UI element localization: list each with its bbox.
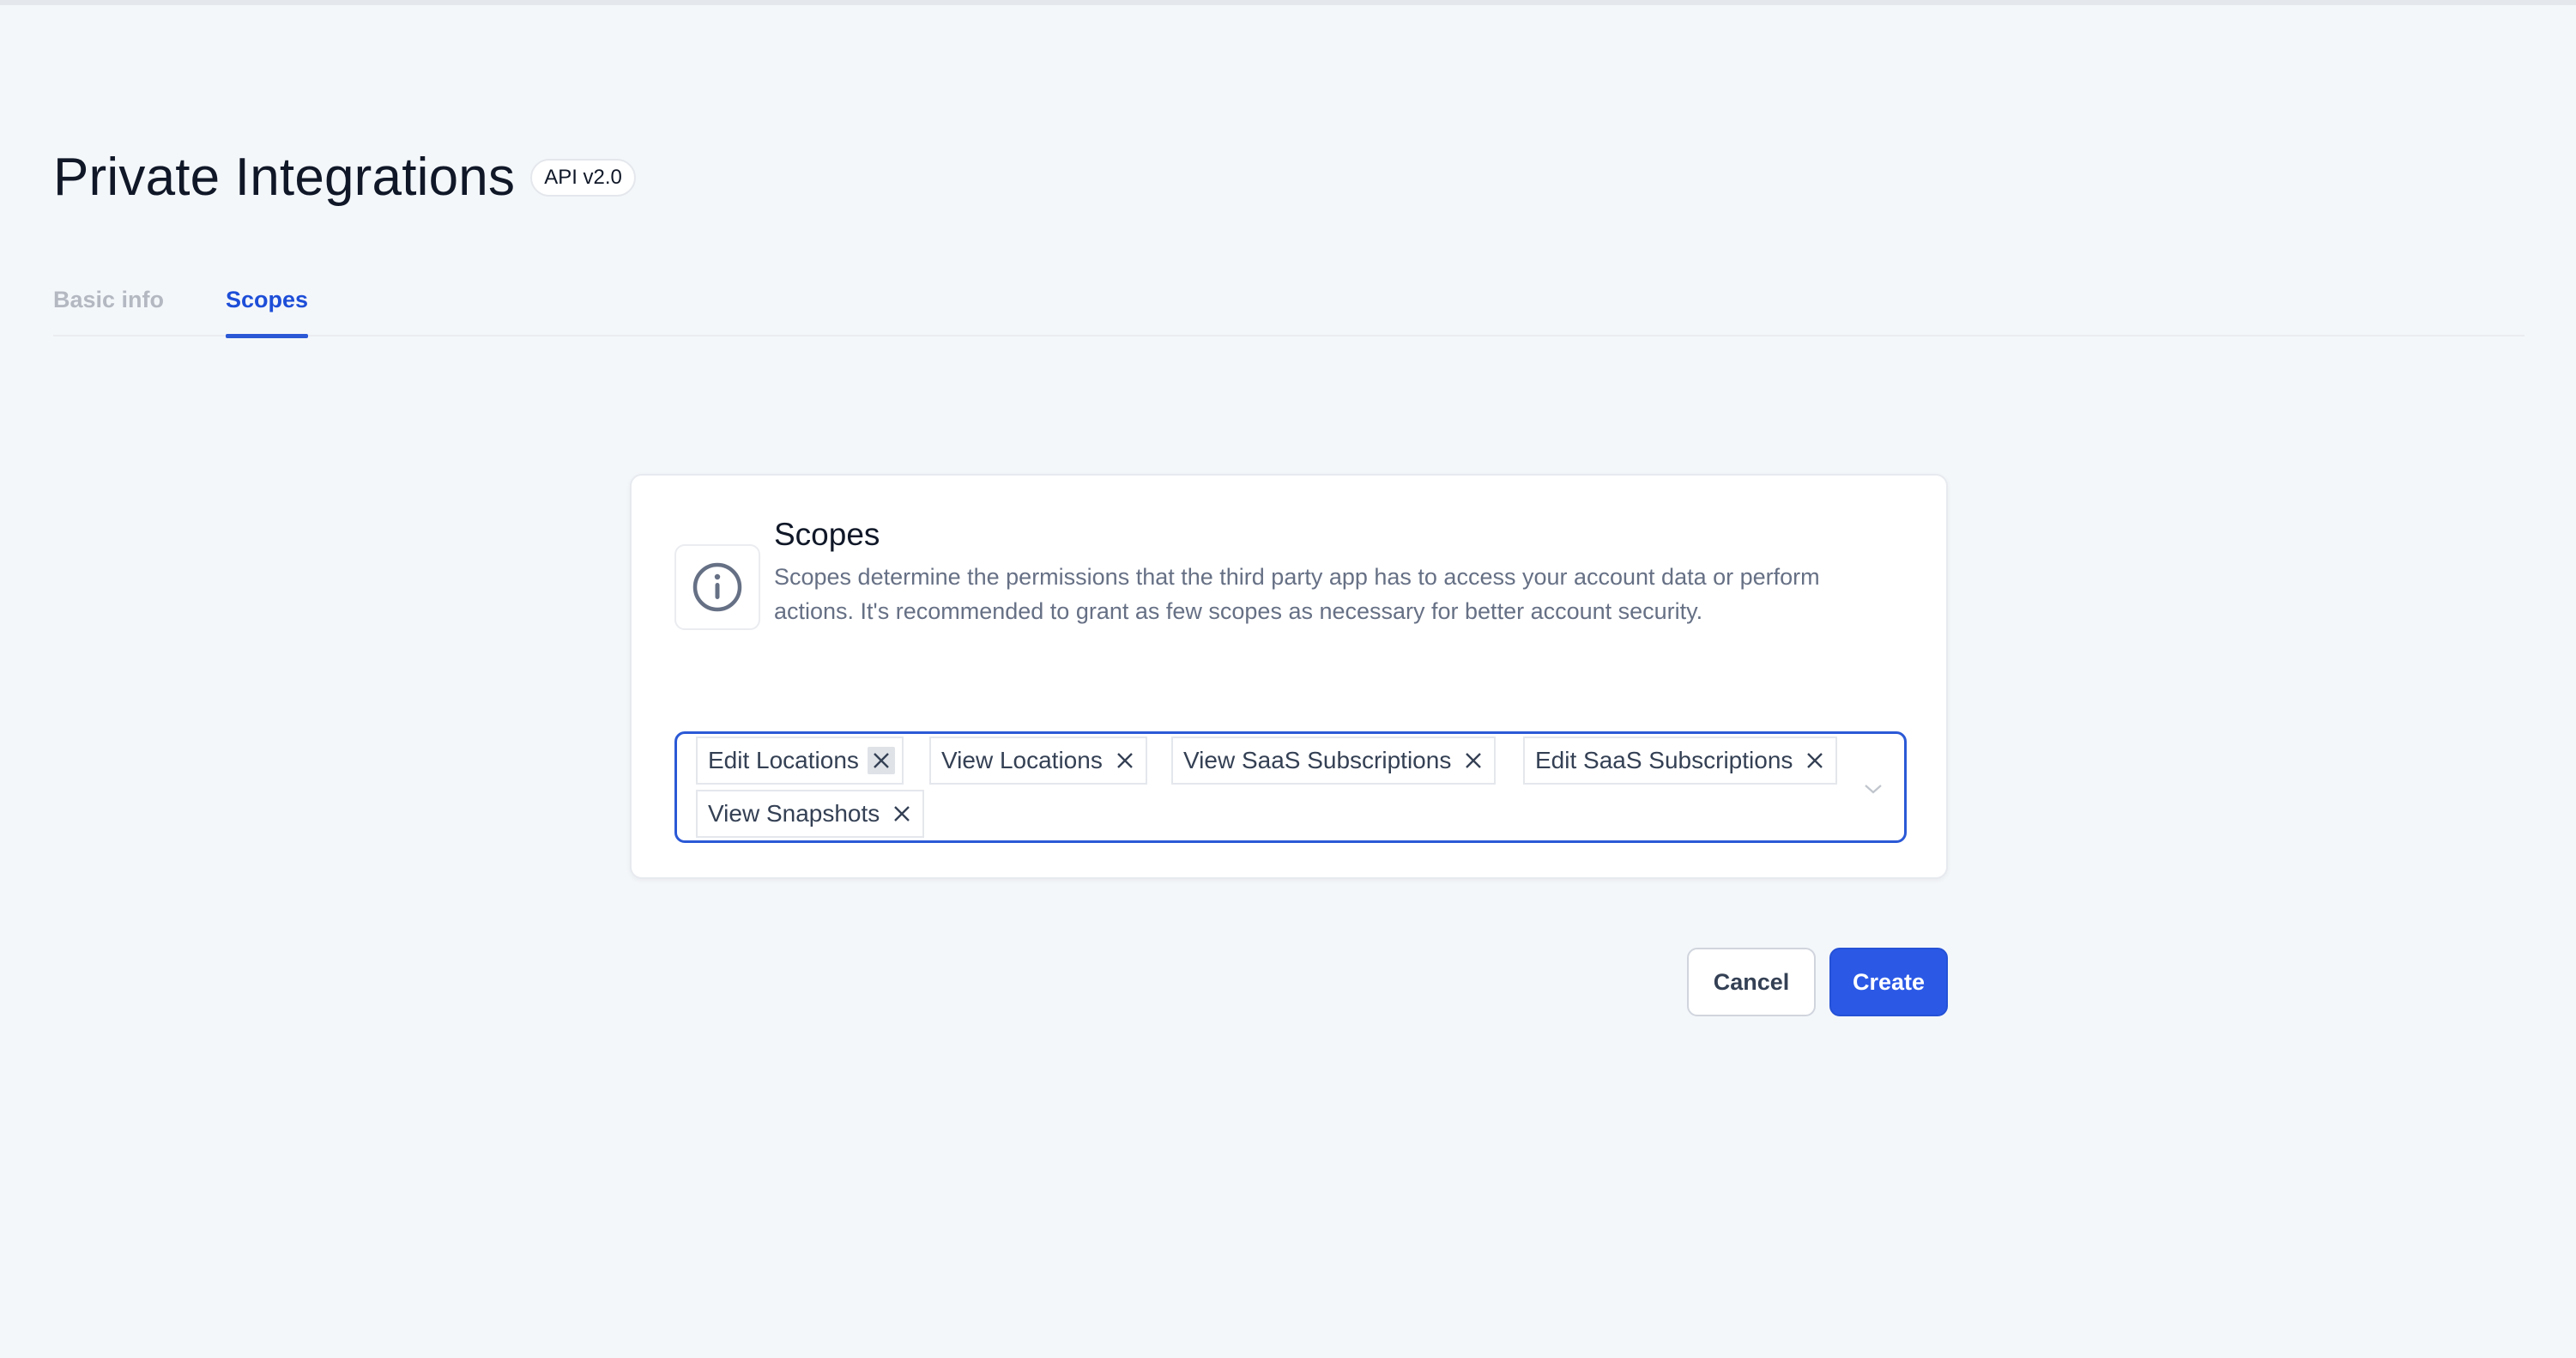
scopes-description: Scopes determine the permissions that th…	[774, 564, 1820, 624]
cancel-button[interactable]: Cancel	[1687, 948, 1816, 1016]
scope-chip-label: Edit Locations	[708, 747, 859, 773]
remove-scope-icon[interactable]	[1111, 747, 1139, 774]
scope-chip: View Locations	[929, 737, 1147, 785]
scope-chip: Edit SaaS Subscriptions	[1523, 737, 1838, 785]
page-title: Private Integrations	[53, 148, 516, 207]
scope-chip: View Snapshots	[696, 790, 925, 838]
info-icon	[692, 562, 742, 612]
info-icon-box	[674, 544, 760, 630]
scopes-title: Scopes	[774, 517, 880, 552]
remove-scope-icon[interactable]	[888, 800, 916, 828]
chevron-down-icon[interactable]	[1863, 779, 1884, 799]
tab-bar: Basic info Scopes	[53, 276, 2525, 338]
scope-chip: View SaaS Subscriptions	[1171, 737, 1497, 785]
scope-chip-label: View Locations	[941, 747, 1103, 773]
scope-chip: Edit Locations	[696, 737, 904, 785]
scopes-card: Scopes Scopes determine the permissions …	[630, 474, 1948, 879]
scope-chip-label: View Snapshots	[708, 800, 880, 827]
tab-scopes[interactable]: Scopes	[226, 276, 309, 338]
remove-scope-icon[interactable]	[867, 747, 895, 774]
page-header: Private Integrations API v2.0	[53, 144, 636, 211]
scope-chip-label: Edit SaaS Subscriptions	[1535, 747, 1793, 773]
top-border	[0, 0, 2576, 5]
scope-chip-label: View SaaS Subscriptions	[1183, 747, 1452, 773]
create-button[interactable]: Create	[1829, 948, 1948, 1016]
tab-basic-info[interactable]: Basic info	[53, 276, 164, 336]
page: Private Integrations API v2.0 Basic info…	[0, 0, 2576, 1358]
remove-scope-icon[interactable]	[1801, 747, 1829, 774]
remove-scope-icon[interactable]	[1460, 747, 1487, 774]
api-version-badge: API v2.0	[530, 159, 636, 197]
scopes-multiselect[interactable]: Edit Locations View Locations View SaaS …	[674, 731, 1907, 843]
